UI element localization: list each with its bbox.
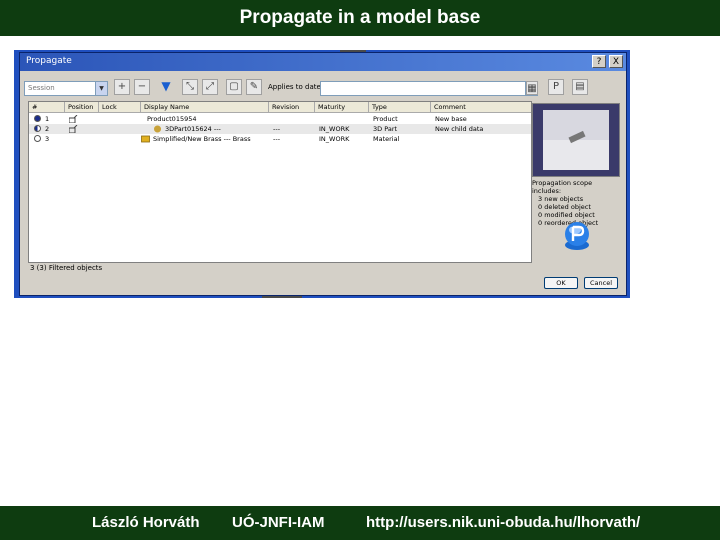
column-header-position[interactable]: Position [65,102,99,113]
row-num: 3 [45,135,50,143]
applies-to-label: Applies to date: [268,83,324,91]
row-num: 1 [45,115,50,123]
enovia-logo-icon [565,222,589,250]
zoom-in-icon[interactable]: + [114,79,130,95]
row-maturity: IN_WORK [319,125,350,133]
preview-floor [543,140,609,170]
collapse-icon[interactable]: ⤡ [182,79,198,95]
zoom-out-icon[interactable]: − [134,79,150,95]
radio-icon[interactable] [34,115,41,122]
close-button[interactable]: X [609,55,623,68]
footer-url[interactable]: http://users.nik.uni-obuda.hu/lhorvath/ [366,514,640,531]
column-header-revision[interactable]: Revision [269,102,315,113]
slide-footer: László Horváth UÓ-JNFI-IAM http://users.… [0,506,720,540]
scope-item: 0 modified object [538,211,595,219]
row-revision: --- [273,125,281,133]
propagate-dialog: Propagate ? X Session ▼ + − ▼ ⤡ ⤢ ▢ ✎ Ap… [19,52,627,296]
table-row[interactable]: 1 Product015954 Product New base [29,114,531,124]
filter-icon[interactable]: ▼ [158,79,174,95]
column-header-maturity[interactable]: Maturity [315,102,369,113]
session-combo[interactable]: Session ▼ [24,81,108,96]
session-combo-value: Session [28,84,55,92]
footer-author: László Horváth [92,514,200,531]
column-header-comment[interactable]: Comment [431,102,531,113]
dialog-titlebar[interactable]: Propagate ? X [20,53,626,71]
row-num: 2 [45,125,50,133]
row-revision: --- [273,135,281,143]
slide-title: Propagate in a model base [239,7,481,28]
scope-item: 3 new objects [538,195,584,203]
calendar-icon[interactable]: ▦ [526,81,538,95]
row-display-name: 3DPart015624 --- [165,125,221,133]
table-row[interactable]: 3 Simplified/New Brass --- Brass --- IN_… [29,134,531,144]
chevron-down-icon[interactable]: ▼ [95,82,107,95]
dialog-title: Propagate [26,56,72,66]
screenshot: Propagate ? X Session ▼ + − ▼ ⤡ ⤢ ▢ ✎ Ap… [14,50,630,298]
row-comment: New base [435,115,467,123]
column-header-display-name[interactable]: Display Name [141,102,269,113]
material-icon [141,135,150,143]
scope-heading: Propagation scope includes: [532,179,593,195]
table-row[interactable]: 2 3DPart015624 --- --- IN_WORK 3D Part N… [29,124,531,134]
row-display-name: Product015954 [147,115,197,123]
position-icon [69,125,78,133]
row-type: Product [373,115,398,123]
applies-to-date-combo[interactable]: ▼ [320,81,538,96]
column-header-type[interactable]: Type [369,102,431,113]
help-button[interactable]: ? [592,55,606,68]
document-icon[interactable]: ▤ [572,79,588,95]
status-text: 3 (3) Filtered objects [30,264,103,272]
radio-icon[interactable] [34,125,41,132]
position-icon [69,115,78,123]
propagation-scope: Propagation scope includes: 3 new object… [532,179,622,227]
radio-icon[interactable] [34,135,41,142]
cancel-button[interactable]: Cancel [584,277,618,289]
properties-icon[interactable]: P [548,79,564,95]
row-maturity: IN_WORK [319,135,350,143]
part-icon [154,125,161,133]
select-icon[interactable]: ▢ [226,79,242,95]
preview-viewport[interactable] [532,103,620,177]
scope-item: 0 deleted object [538,203,591,211]
row-type: 3D Part [373,125,398,133]
dialog-toolbar: Session ▼ + − ▼ ⤡ ⤢ ▢ ✎ Applies to date:… [24,75,622,99]
row-display-name: Simplified/New Brass --- Brass [153,135,251,143]
objects-table: # Position Lock Display Name Revision Ma… [28,101,532,263]
column-header-num[interactable]: # [29,102,65,113]
expand-icon[interactable]: ⤢ [202,79,218,95]
edit-icon[interactable]: ✎ [246,79,262,95]
row-comment: New child data [435,125,484,133]
slide-title-bar: Propagate in a model base [0,0,720,36]
column-header-lock[interactable]: Lock [99,102,141,113]
row-type: Material [373,135,400,143]
footer-institute: UÓ-JNFI-IAM [232,514,325,531]
ok-button[interactable]: OK [544,277,578,289]
